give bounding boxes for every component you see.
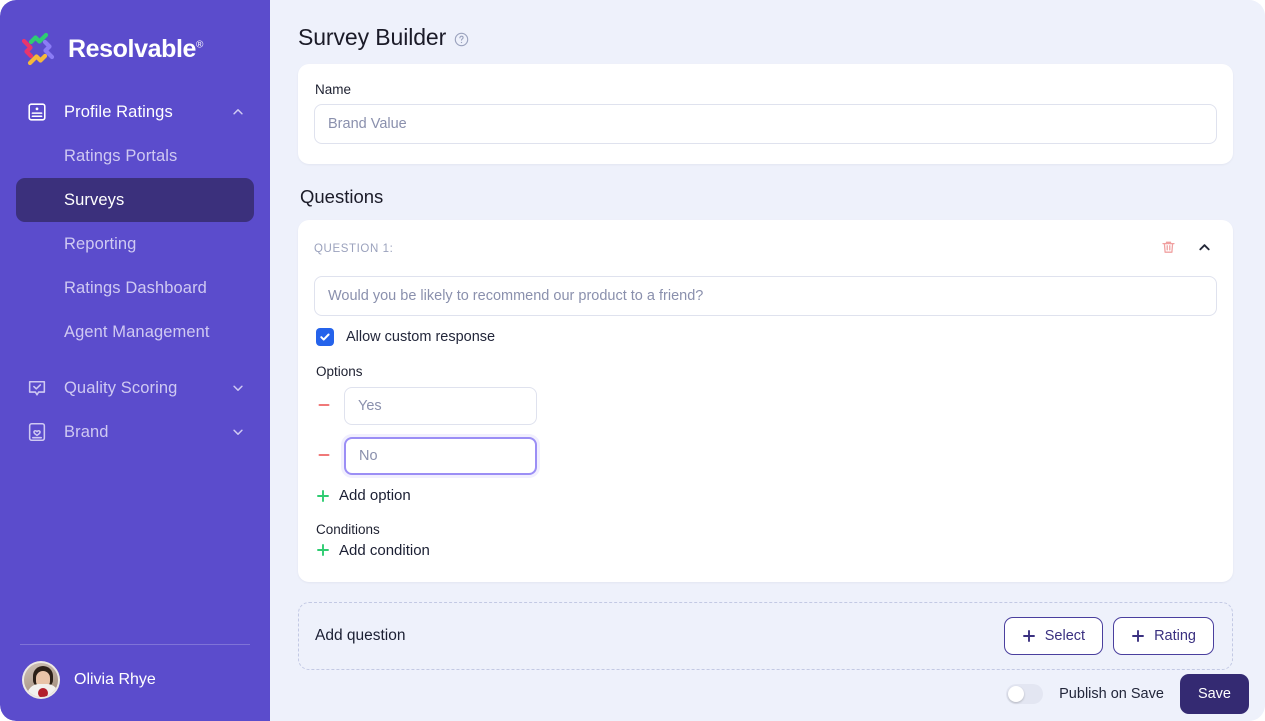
sidebar-user-name: Olivia Rhye: [74, 671, 156, 688]
options-label: Options: [316, 364, 363, 379]
name-input[interactable]: [314, 104, 1217, 144]
sidebar-item-label: Ratings Portals: [64, 146, 178, 165]
sidebar-nav: Profile Ratings Ratings Portals Surveys …: [0, 72, 270, 644]
document-heart-icon: [24, 419, 50, 445]
remove-option-button[interactable]: [316, 398, 332, 414]
main-content: Survey Builder Name Questions QUESTION 1…: [270, 0, 1265, 721]
plus-icon: [316, 489, 330, 503]
option-input-2[interactable]: [344, 437, 537, 475]
sidebar-item-label: Surveys: [64, 190, 125, 209]
sidebar-item-label: Ratings Dashboard: [64, 278, 207, 297]
page-title: Survey Builder: [298, 24, 447, 50]
sidebar-item-label: Agent Management: [64, 322, 210, 341]
allow-custom-response-row[interactable]: Allow custom response: [316, 328, 1217, 346]
sidebar-item-agent-management[interactable]: Agent Management: [16, 310, 254, 354]
sidebar-group-label: Brand: [64, 422, 109, 441]
questions-section-title: Questions: [300, 186, 384, 207]
question-card-header: QUESTION 1:: [314, 236, 1217, 262]
delete-question-button[interactable]: [1155, 236, 1181, 262]
name-label: Name: [315, 82, 352, 97]
sidebar: Resolvable® Profile Ratings Ratings Port…: [0, 0, 270, 721]
name-card: Name: [298, 64, 1233, 164]
question-card: QUESTION 1: Would you be likely to recom…: [298, 220, 1233, 582]
save-button[interactable]: Save: [1179, 674, 1249, 714]
minus-icon: [317, 448, 331, 465]
plus-icon: [316, 543, 330, 557]
add-condition-button[interactable]: Add condition: [316, 542, 430, 559]
add-question-card: Add question Select Rating: [298, 602, 1233, 670]
option-row: [314, 387, 1217, 425]
app-window: Resolvable® Profile Ratings Ratings Port…: [0, 0, 1265, 721]
sidebar-group-profile-ratings[interactable]: Profile Ratings: [16, 90, 254, 134]
sidebar-item-label: Reporting: [64, 234, 137, 253]
trash-icon: [1160, 239, 1177, 259]
chevron-up-icon[interactable]: [230, 104, 246, 120]
add-select-question-label: Select: [1044, 628, 1086, 644]
allow-custom-response-label: Allow custom response: [346, 329, 496, 345]
remove-option-button[interactable]: [316, 448, 332, 464]
chevron-up-icon: [1197, 240, 1212, 258]
sidebar-item-reporting[interactable]: Reporting: [16, 222, 254, 266]
sidebar-user-profile[interactable]: Olivia Rhye: [0, 645, 270, 721]
add-question-label: Add question: [315, 627, 406, 644]
chevron-down-icon[interactable]: [230, 424, 246, 440]
sidebar-item-ratings-dashboard[interactable]: Ratings Dashboard: [16, 266, 254, 310]
question-number-label: QUESTION 1:: [314, 243, 394, 255]
sidebar-group-quality-scoring[interactable]: Quality Scoring: [16, 366, 254, 410]
sidebar-group-brand[interactable]: Brand: [16, 410, 254, 454]
add-select-question-button[interactable]: Select: [1003, 617, 1104, 655]
bottom-action-bar: Publish on Save Save: [1006, 667, 1265, 721]
id-card-icon: [24, 99, 50, 125]
publish-on-save-toggle[interactable]: [1006, 684, 1044, 704]
chevron-down-icon[interactable]: [230, 380, 246, 396]
checkmark-icon: [320, 333, 330, 341]
toggle-knob: [1008, 686, 1025, 702]
avatar: [22, 661, 60, 699]
allow-custom-response-checkbox[interactable]: [316, 328, 334, 346]
conditions-label: Conditions: [316, 521, 380, 537]
option-row: [314, 437, 1217, 475]
option-input-1[interactable]: [344, 387, 537, 425]
brand-logo[interactable]: Resolvable®: [0, 0, 270, 72]
question-text-input[interactable]: [314, 276, 1217, 316]
add-option-label: Add option: [339, 487, 411, 504]
registered-mark: ®: [196, 39, 203, 51]
add-condition-label: Add condition: [339, 541, 430, 559]
brand-name: Resolvable®: [68, 34, 203, 63]
collapse-question-button[interactable]: [1191, 236, 1217, 262]
add-option-button[interactable]: Add option: [316, 487, 411, 504]
speech-bubble-check-icon: [24, 375, 50, 401]
content-area: Name Questions QUESTION 1:: [270, 51, 1265, 670]
pinwheel-logo-icon: [18, 29, 58, 69]
minus-icon: [317, 398, 331, 415]
sidebar-group-label: Profile Ratings: [64, 102, 173, 121]
publish-on-save-label: Publish on Save: [1059, 686, 1164, 702]
plus-icon: [1131, 629, 1145, 643]
sidebar-item-surveys[interactable]: Surveys: [16, 178, 254, 222]
plus-icon: [1022, 629, 1036, 643]
add-rating-question-button[interactable]: Rating: [1113, 617, 1214, 655]
page-header: Survey Builder: [270, 0, 1265, 51]
add-rating-question-label: Rating: [1154, 628, 1196, 644]
sidebar-item-ratings-portals[interactable]: Ratings Portals: [16, 134, 254, 178]
help-circle-icon[interactable]: [454, 32, 469, 47]
sidebar-group-label: Quality Scoring: [64, 378, 178, 397]
